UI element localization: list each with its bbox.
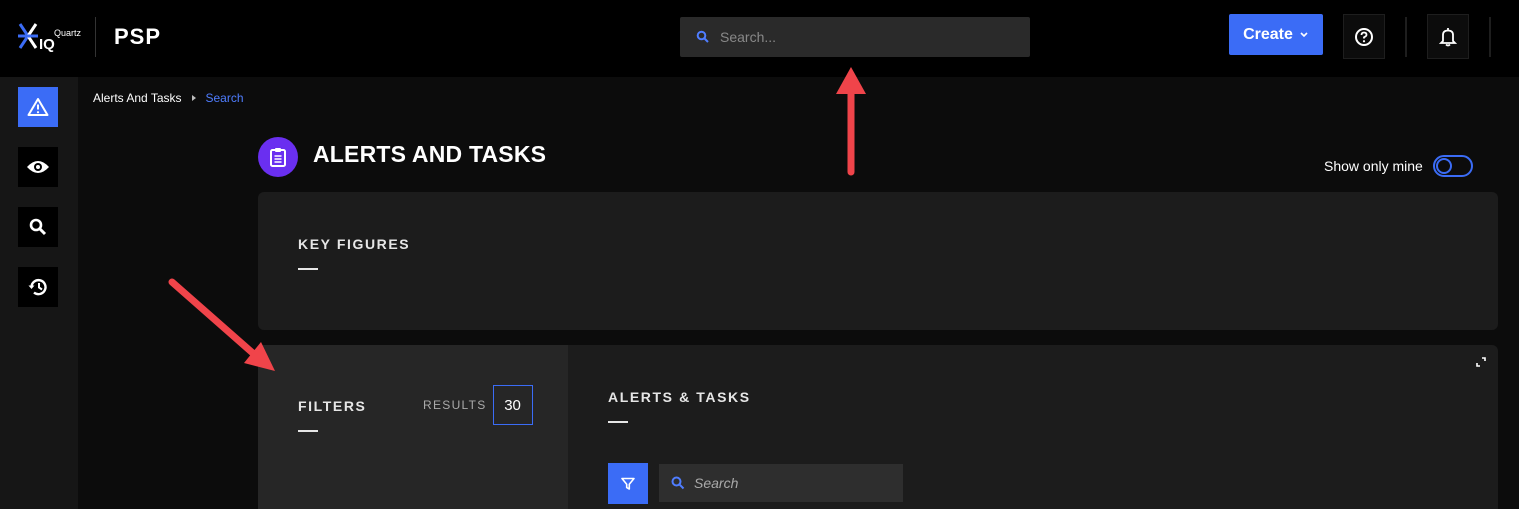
filters-panel: FILTERS RESULTS 30 <box>258 345 568 509</box>
chevron-down-icon <box>1300 31 1308 37</box>
results-label: RESULTS <box>423 398 487 412</box>
results-count: 30 <box>492 385 533 425</box>
header-separator <box>1405 17 1407 57</box>
top-bar: Quartz IQ PSP Create <box>0 0 1519 77</box>
filter-icon <box>621 477 635 490</box>
logo-quartz-text: Quartz <box>54 28 82 38</box>
key-figures-panel: KEY FIGURES <box>258 192 1498 330</box>
show-only-mine-toggle[interactable] <box>1432 155 1473 177</box>
quartz-iq-logo[interactable]: Quartz IQ <box>18 22 82 56</box>
alerts-search-input[interactable] <box>694 475 894 491</box>
clipboard-icon <box>258 137 298 177</box>
alerts-search[interactable] <box>659 464 903 502</box>
heading-underline <box>298 268 318 270</box>
search-icon <box>696 30 709 43</box>
alerts-tasks-panel: ALERTS & TASKS <box>568 345 1498 509</box>
notifications-button[interactable] <box>1427 14 1469 59</box>
sidebar-item-alerts[interactable] <box>18 87 58 127</box>
global-search[interactable] <box>680 17 1030 57</box>
heading-underline <box>608 421 628 423</box>
sidebar-item-search[interactable] <box>18 207 58 247</box>
app-name[interactable]: PSP <box>114 24 161 50</box>
show-only-mine: Show only mine <box>1324 155 1473 177</box>
breadcrumb-parent[interactable]: Alerts And Tasks <box>93 91 182 105</box>
annotation-arrow-up <box>836 67 866 176</box>
breadcrumb-current: Search <box>205 91 244 105</box>
page-title: ALERTS AND TASKS <box>313 141 547 167</box>
filter-button[interactable] <box>608 463 648 504</box>
results-counter: RESULTS 30 <box>423 385 533 425</box>
breadcrumb-caret-icon <box>191 95 196 101</box>
warning-icon <box>27 98 49 116</box>
heading-underline <box>298 430 318 432</box>
help-icon <box>1355 27 1373 46</box>
breadcrumb: Alerts And Tasks Search <box>93 91 244 105</box>
show-only-mine-label: Show only mine <box>1324 158 1423 174</box>
alerts-tasks-heading: ALERTS & TASKS <box>608 389 751 405</box>
key-figures-heading: KEY FIGURES <box>298 236 411 252</box>
eye-icon <box>27 161 49 173</box>
search-icon <box>29 218 47 236</box>
logo-divider <box>95 17 96 57</box>
bell-icon <box>1439 27 1457 46</box>
history-icon <box>28 278 47 296</box>
create-button[interactable]: Create <box>1229 14 1323 55</box>
search-icon <box>671 476 685 490</box>
quartz-logo-icon <box>18 23 38 49</box>
filters-heading: FILTERS <box>298 398 367 414</box>
sidebar-item-monitor[interactable] <box>18 147 58 187</box>
logo-iq-text: IQ <box>39 36 55 53</box>
sidebar <box>0 77 78 509</box>
expand-icon[interactable] <box>1476 357 1486 367</box>
sidebar-item-history[interactable] <box>18 267 58 307</box>
header-separator <box>1489 17 1491 57</box>
help-button[interactable] <box>1343 14 1385 59</box>
toggle-knob <box>1435 158 1452 174</box>
global-search-input[interactable] <box>720 29 1000 45</box>
create-button-label: Create <box>1243 25 1293 43</box>
